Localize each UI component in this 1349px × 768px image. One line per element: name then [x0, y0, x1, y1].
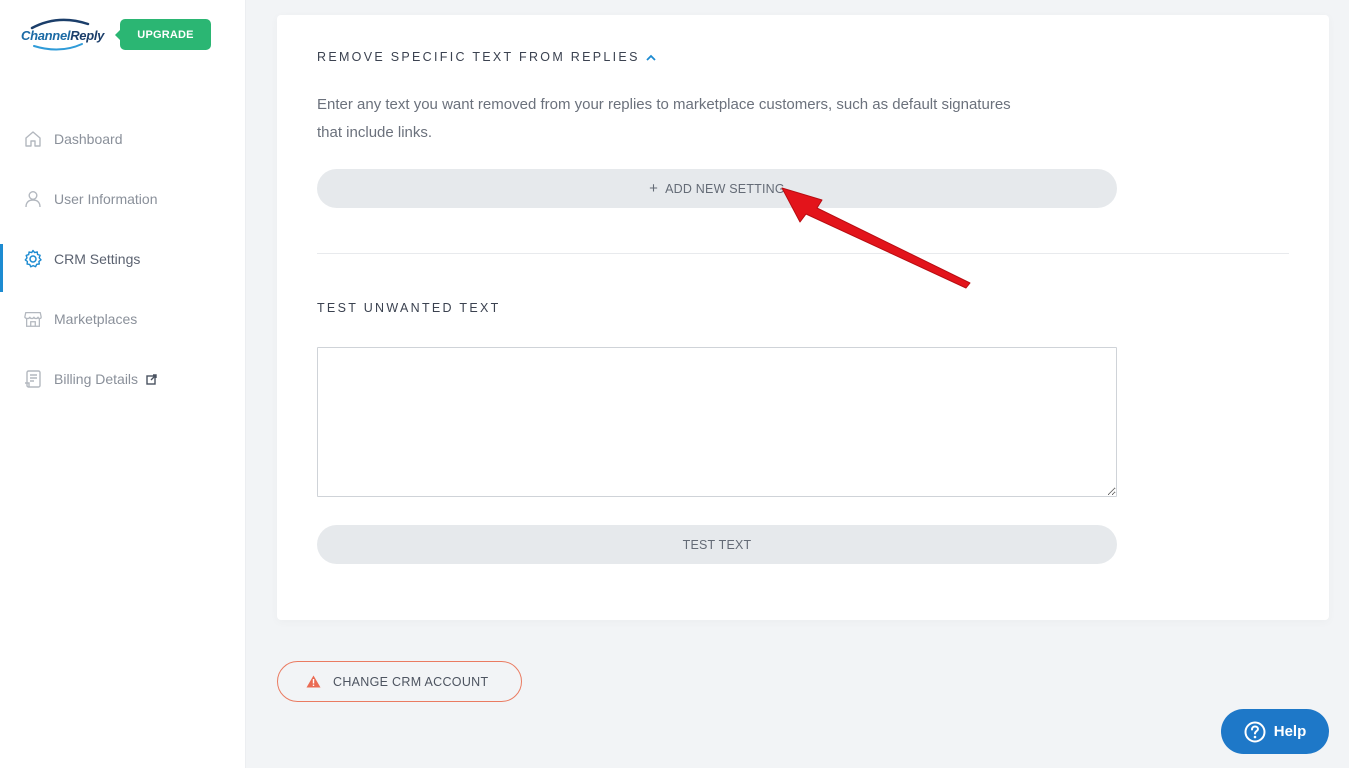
button-label: ADD NEW SETTING	[665, 181, 785, 196]
section-title: REMOVE SPECIFIC TEXT FROM REPLIES	[317, 50, 640, 64]
sidebar-item-label: Marketplaces	[54, 311, 138, 327]
store-icon	[23, 309, 43, 329]
user-icon	[23, 189, 43, 209]
button-label: CHANGE CRM ACCOUNT	[333, 674, 489, 689]
gear-icon	[23, 249, 43, 269]
section-divider	[317, 253, 1289, 254]
change-crm-account-button[interactable]: CHANGE CRM ACCOUNT	[277, 661, 522, 702]
section-title: TEST UNWANTED TEXT	[317, 301, 501, 315]
external-link-icon	[146, 373, 157, 385]
section-description: Enter any text you want removed from you…	[317, 96, 1011, 141]
sidebar-nav: Dashboard User Information CRM Settings …	[0, 109, 246, 409]
sidebar-item-billing-details[interactable]: Billing Details	[0, 349, 246, 409]
sidebar-item-label: CRM Settings	[54, 251, 141, 267]
sidebar-item-crm-settings[interactable]: CRM Settings	[0, 229, 246, 292]
help-button[interactable]: Help	[1221, 709, 1329, 754]
sidebar-item-dashboard[interactable]: Dashboard	[0, 109, 246, 169]
billing-icon	[23, 369, 43, 389]
test-section-title: TEST UNWANTED TEXT	[317, 301, 501, 315]
crm-settings-card: REMOVE SPECIFIC TEXT FROM REPLIES Enter …	[277, 15, 1329, 620]
sidebar-item-label: Billing Details	[54, 371, 139, 387]
logo-text: ChannelReply	[21, 28, 105, 43]
upgrade-button[interactable]: UPGRADE	[115, 19, 211, 50]
button-label: TEST TEXT	[682, 537, 752, 552]
sidebar-item-marketplaces[interactable]: Marketplaces	[0, 289, 246, 349]
remove-text-section-toggle[interactable]: REMOVE SPECIFIC TEXT FROM REPLIES	[317, 50, 656, 64]
sidebar-item-user-information[interactable]: User Information	[0, 169, 246, 229]
warning-icon	[306, 675, 321, 688]
sidebar-item-label: User Information	[54, 191, 158, 207]
sidebar-item-label: Dashboard	[54, 131, 123, 147]
chevron-up-icon	[646, 54, 656, 61]
help-label: Help	[1273, 723, 1307, 740]
sidebar: ChannelReply UPGRADE Dashboard User Info…	[0, 0, 246, 768]
home-icon	[23, 129, 43, 149]
question-circle-icon	[1244, 721, 1266, 743]
unwanted-text-input[interactable]	[317, 347, 1117, 497]
plus-icon: +	[649, 180, 659, 197]
add-new-setting-button[interactable]: + ADD NEW SETTING	[317, 169, 1117, 208]
test-text-button[interactable]: TEST TEXT	[317, 525, 1117, 564]
channelreply-logo[interactable]: ChannelReply	[20, 16, 105, 56]
